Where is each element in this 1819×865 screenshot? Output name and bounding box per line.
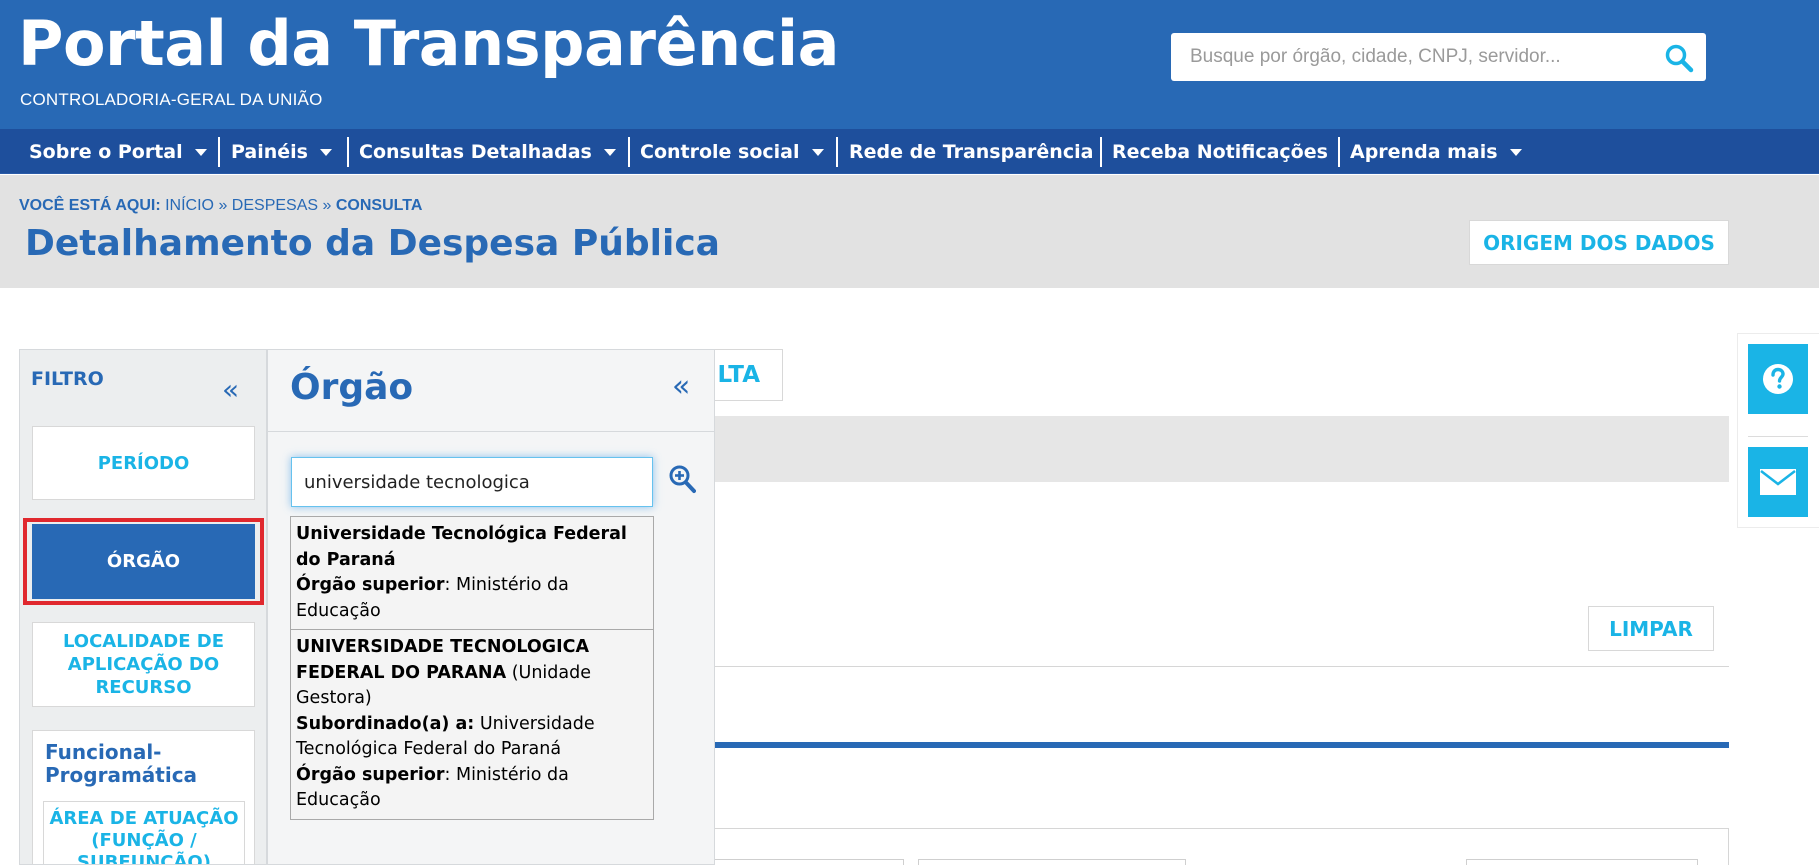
filter-area-atuacao-button[interactable]: ÁREA DE ATUAÇÃO (FUNÇÃO / SUBFUNÇÃO) [43,801,245,864]
breadcrumb-separator: » [322,197,332,214]
breadcrumb: VOCÊ ESTÁ AQUI: INÍCIO » DESPESAS » CONS… [19,197,422,215]
caret-down-icon [1509,149,1522,156]
site-header: Portal da Transparência CONTROLADORIA-GE… [0,0,1819,129]
filter-orgao-button[interactable]: ÓRGÃO [32,524,255,599]
orgao-panel-title: Órgão [290,367,414,408]
zoom-in-search-icon[interactable] [668,464,696,494]
floating-help-panel [1737,333,1819,528]
mail-icon [1760,469,1796,495]
consulta-button-label: LTA [717,362,760,388]
orgao-panel-header: Órgão « [268,350,714,432]
question-icon [1763,364,1793,394]
results-field[interactable] [1466,859,1698,865]
site-subtitle: CONTROLADORIA-GERAL DA UNIÃO [20,90,323,109]
filter-panel: FILTRO « PERÍODO ÓRGÃO LOCALIDADE DE APL… [19,349,267,865]
funcional-programatica-title: Funcional-Programática [45,740,198,787]
search-icon[interactable] [1664,43,1694,73]
help-button[interactable] [1748,344,1808,414]
site-title[interactable]: Portal da Transparência [18,4,840,84]
global-search [1171,33,1706,81]
contact-button[interactable] [1748,447,1808,517]
nav-item-label: Painéis [231,140,308,163]
breadcrumb-separator: » [218,197,228,214]
nav-item-label: Consultas Detalhadas [359,140,592,163]
nav-item-consultas-detalhadas[interactable]: Consultas Detalhadas [359,129,616,174]
origem-dos-dados-button[interactable]: ORIGEM DOS DADOS [1469,220,1729,265]
selected-filters-area [714,482,1729,667]
nav-item-sobre-o-portal[interactable]: Sobre o Portal [29,129,207,174]
nav-item-rede-de-transparencia[interactable]: Rede de Transparência [849,129,1093,174]
nav-item-paineis[interactable]: Painéis [231,129,332,174]
nav-item-label: Aprenda mais [1350,140,1498,163]
breadcrumb-despesas-link[interactable]: DESPESAS [232,197,318,214]
nav-item-receba-notificacoes[interactable]: Receba Notificações [1112,129,1328,174]
collapse-filter-icon[interactable]: « [222,376,239,404]
suggestion-name: Universidade Tecnológica Federal do Para… [296,524,627,570]
orgao-search-input[interactable] [291,457,653,507]
orgao-panel: Órgão « Universidade Tecnológica Federal… [267,349,715,865]
floating-divider [1748,436,1808,437]
section-divider [714,742,1729,748]
main-nav: Sobre o Portal Painéis Consultas Detalha… [0,129,1819,174]
nav-item-label: Controle social [640,140,800,163]
nav-separator [347,137,349,167]
breadcrumb-home-link[interactable]: INÍCIO [165,197,214,214]
autocomplete-item[interactable]: Universidade Tecnológica Federal do Para… [291,517,653,629]
results-field[interactable] [918,859,1186,865]
autocomplete-item[interactable]: UNIVERSIDADE TECNOLOGICA FEDERAL DO PARA… [291,629,653,819]
nav-item-label: Rede de Transparência [849,140,1094,163]
nav-separator [836,137,838,167]
collapse-orgao-icon[interactable]: « [672,372,690,402]
limpar-button[interactable]: LIMPAR [1588,606,1714,651]
caret-down-icon [603,149,616,156]
filters-bar [714,416,1729,482]
breadcrumb-prefix: VOCÊ ESTÁ AQUI: [19,197,161,214]
nav-item-label: Receba Notificações [1112,140,1328,163]
suggestion-superior-label: Órgão superior [296,764,445,785]
global-search-input[interactable] [1171,33,1651,81]
caret-down-icon [811,149,824,156]
breadcrumb-current: CONSULTA [335,197,423,214]
page-header-band: VOCÊ ESTÁ AQUI: INÍCIO » DESPESAS » CONS… [0,175,1819,288]
funcional-programatica-group: Funcional-Programática ÁREA DE ATUAÇÃO (… [32,730,255,864]
suggestion-sub-label: Subordinado(a) a: [296,713,475,734]
nav-item-controle-social[interactable]: Controle social [640,129,824,174]
caret-down-icon [319,149,332,156]
filter-localidade-button[interactable]: LOCALIDADE DE APLICAÇÃO DO RECURSO [32,622,255,707]
nav-separator [628,137,630,167]
autocomplete-list: Universidade Tecnológica Federal do Para… [290,516,654,820]
page-title: Detalhamento da Despesa Pública [25,223,720,264]
suggestion-superior-label: Órgão superior [296,575,445,595]
filter-title: FILTRO [31,368,104,390]
results-field[interactable] [714,859,904,865]
filter-periodo-button[interactable]: PERÍODO [32,426,255,500]
caret-down-icon [194,149,207,156]
nav-separator [1100,137,1102,167]
nav-item-label: Sobre o Portal [29,140,183,163]
nav-separator [1338,137,1340,167]
nav-item-aprenda-mais[interactable]: Aprenda mais [1350,129,1522,174]
nav-separator [218,137,220,167]
